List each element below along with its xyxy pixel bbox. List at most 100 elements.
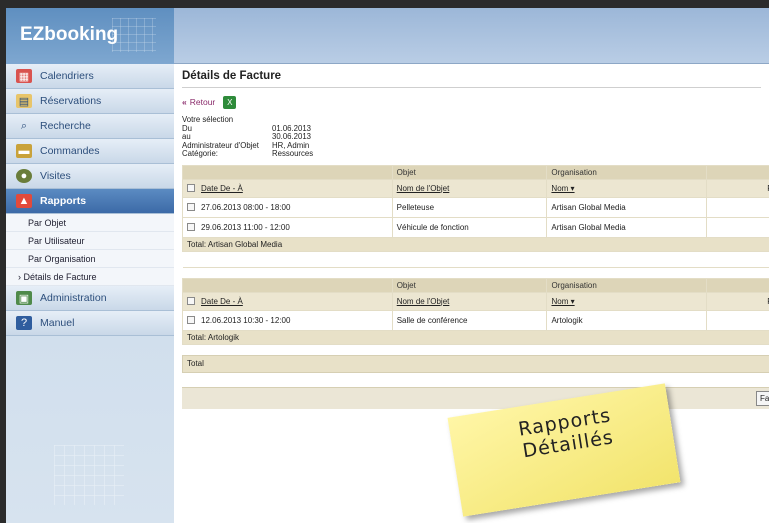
column-header-price[interactable]: Pri bbox=[706, 178, 769, 198]
row-checkbox[interactable] bbox=[187, 316, 195, 325]
group-header-objet: Objet bbox=[391, 164, 548, 180]
sidebar-item-calendriers[interactable]: ▦ Calendriers bbox=[6, 64, 174, 89]
sidebar-item-reservations[interactable]: ▤ Réservations bbox=[6, 89, 174, 114]
submenu-details-facture[interactable]: › Détails de Facture bbox=[6, 268, 174, 286]
sidebar-item-label: Calendriers bbox=[40, 70, 94, 82]
reservation-icon: ▤ bbox=[16, 94, 32, 108]
cell-object: Salle de conférence bbox=[391, 309, 548, 331]
sidebar: EZbooking ▦ Calendriers ▤ Réservations ⌕… bbox=[6, 8, 174, 523]
double-chevron-left-icon: « bbox=[182, 97, 187, 107]
spacer-cell bbox=[182, 250, 769, 268]
row-checkbox[interactable] bbox=[187, 223, 195, 232]
cell-organisation: Artologik bbox=[546, 309, 708, 331]
visits-icon: ● bbox=[16, 169, 32, 183]
cell-price bbox=[706, 196, 769, 218]
subtotal-row: Total: Artisan Global Media bbox=[182, 236, 769, 252]
group-header-empty bbox=[182, 164, 393, 180]
selection-key: Catégorie: bbox=[182, 149, 218, 158]
sort-date-link[interactable]: Date De - À bbox=[201, 184, 243, 193]
spacer-row bbox=[182, 250, 769, 268]
row-checkbox[interactable] bbox=[187, 203, 195, 212]
invoice-table-2: Objet Organisation Date De - À Nom de l'… bbox=[182, 277, 769, 345]
group-header-empty bbox=[706, 277, 769, 293]
sidebar-item-label: Commandes bbox=[40, 145, 100, 157]
sidebar-item-label: Recherche bbox=[40, 120, 91, 132]
column-header-date[interactable]: Date De - À bbox=[182, 178, 393, 198]
column-header-date[interactable]: Date De - À bbox=[182, 291, 393, 311]
sidebar-item-rapports[interactable]: ▲ Rapports bbox=[6, 189, 174, 214]
cell-price bbox=[706, 309, 769, 331]
sort-object-link[interactable]: Nom de l'Objet bbox=[397, 297, 450, 306]
cell-date-text: 27.06.2013 08:00 - 18:00 bbox=[201, 202, 291, 212]
cell-date-text: 12.06.2013 10:30 - 12:00 bbox=[201, 315, 291, 325]
column-header-object-name[interactable]: Nom de l'Objet bbox=[391, 291, 548, 311]
sort-org-link[interactable]: Nom ▾ bbox=[551, 297, 574, 306]
select-all-checkbox[interactable] bbox=[187, 184, 195, 193]
cell-date: 27.06.2013 08:00 - 18:00 bbox=[182, 196, 393, 218]
orders-icon: ▬ bbox=[16, 144, 32, 158]
column-header-org-name[interactable]: Nom ▾ bbox=[546, 291, 708, 311]
decorative-calendar-grid bbox=[54, 445, 124, 505]
group-header-empty bbox=[706, 164, 769, 180]
grand-total-label: Total bbox=[187, 359, 204, 368]
chart-icon: ▲ bbox=[16, 194, 32, 208]
cell-date: 29.06.2013 11:00 - 12:00 bbox=[182, 216, 393, 238]
submenu-par-organisation[interactable]: Par Organisation bbox=[6, 250, 174, 268]
cell-organisation: Artisan Global Media bbox=[546, 196, 708, 218]
selection-summary: Votre sélection Du 01.06.2013 au 30.06.201… bbox=[182, 115, 761, 159]
app-logo[interactable]: EZbooking bbox=[6, 8, 174, 64]
sort-org-link[interactable]: Nom ▾ bbox=[551, 184, 574, 193]
column-header-row: Date De - À Nom de l'Objet Nom ▾ Pri bbox=[182, 291, 769, 311]
column-header-price[interactable]: Pri bbox=[706, 291, 769, 311]
group-header-row: Objet Organisation bbox=[182, 164, 769, 180]
sidebar-item-recherche[interactable]: ⌕ Recherche bbox=[6, 114, 174, 139]
back-link[interactable]: « Retour bbox=[182, 97, 215, 107]
logo-text: EZbooking bbox=[20, 24, 119, 45]
group-header-organisation: Organisation bbox=[546, 164, 708, 180]
group-header-organisation: Organisation bbox=[546, 277, 708, 293]
manual-icon: ? bbox=[16, 316, 32, 330]
table-row[interactable]: 27.06.2013 08:00 - 18:00 Pelleteuse Arti… bbox=[182, 196, 769, 218]
calendar-icon: ▦ bbox=[16, 69, 32, 83]
grand-total-row: Total bbox=[182, 354, 769, 373]
sort-date-link[interactable]: Date De - À bbox=[201, 297, 243, 306]
sort-object-link[interactable]: Nom de l'Objet bbox=[397, 184, 450, 193]
toolbar: « Retour X bbox=[182, 92, 761, 112]
page-title: Détails de Facture bbox=[182, 70, 761, 88]
main-content: Détails de Facture « Retour X Votre séle… bbox=[174, 64, 769, 409]
selection-value: Ressources bbox=[272, 149, 314, 158]
footer-bar: Fa bbox=[182, 386, 769, 409]
sidebar-item-manuel[interactable]: ? Manuel bbox=[6, 311, 174, 336]
cell-date-text: 29.06.2013 11:00 - 12:00 bbox=[201, 222, 290, 232]
top-bar bbox=[174, 8, 769, 64]
column-header-object-name[interactable]: Nom de l'Objet bbox=[391, 178, 548, 198]
table-row[interactable]: 29.06.2013 11:00 - 12:00 Véhicule de fon… bbox=[182, 216, 769, 238]
admin-icon: ▣ bbox=[16, 291, 32, 305]
group-header-empty bbox=[182, 277, 393, 293]
invoice-table-1: Objet Organisation Date De - À Nom de l'… bbox=[182, 164, 769, 268]
table-row[interactable]: 12.06.2013 10:30 - 12:00 Salle de confér… bbox=[182, 309, 769, 331]
sidebar-item-label: Visites bbox=[40, 170, 71, 182]
sidebar-item-label: Administration bbox=[40, 292, 107, 304]
group-header-row: Objet Organisation bbox=[182, 277, 769, 293]
app-screen: EZbooking ▦ Calendriers ▤ Réservations ⌕… bbox=[6, 8, 769, 523]
subtotal-row: Total: Artologik bbox=[182, 329, 769, 345]
submenu-par-utilisateur[interactable]: Par Utilisateur bbox=[6, 232, 174, 250]
cell-organisation: Artisan Global Media bbox=[546, 216, 708, 238]
subtotal-label: Total: Artologik bbox=[182, 329, 769, 345]
column-header-row: Date De - À Nom de l'Objet Nom ▾ Pri bbox=[182, 178, 769, 198]
cell-date: 12.06.2013 10:30 - 12:00 bbox=[182, 309, 393, 331]
sidebar-item-administration[interactable]: ▣ Administration bbox=[6, 286, 174, 311]
cell-price bbox=[706, 216, 769, 238]
column-header-org-name[interactable]: Nom ▾ bbox=[546, 178, 708, 198]
select-all-checkbox[interactable] bbox=[187, 297, 195, 306]
sidebar-item-commandes[interactable]: ▬ Commandes bbox=[6, 139, 174, 164]
submenu-par-objet[interactable]: Par Objet bbox=[6, 214, 174, 232]
search-icon: ⌕ bbox=[20, 119, 28, 132]
excel-export-icon[interactable]: X bbox=[223, 95, 237, 109]
footer-action-button[interactable]: Fa bbox=[756, 390, 769, 406]
logo-calendar-grid bbox=[112, 18, 156, 52]
window-frame: EZbooking ▦ Calendriers ▤ Réservations ⌕… bbox=[0, 0, 769, 523]
sidebar-item-visites[interactable]: ● Visites bbox=[6, 164, 174, 189]
sidebar-item-label: Rapports bbox=[40, 195, 87, 207]
